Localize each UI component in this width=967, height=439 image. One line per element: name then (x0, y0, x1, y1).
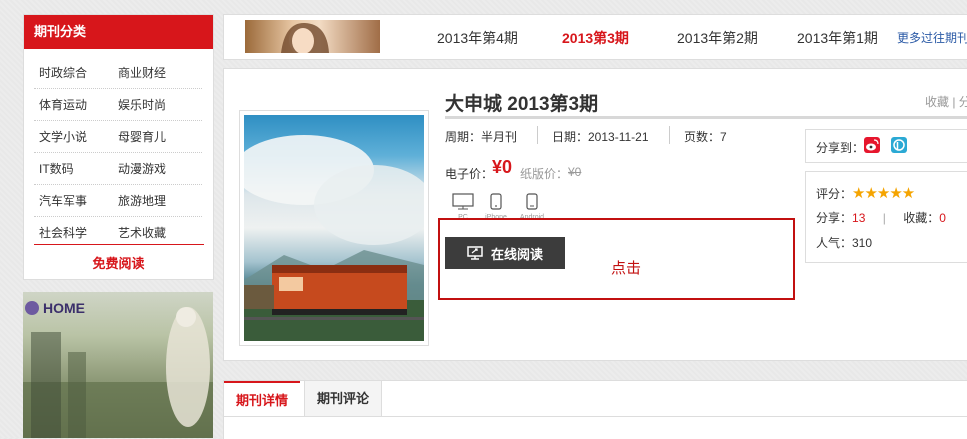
issue-thumbnail[interactable] (245, 20, 380, 53)
click-annotation: 点击 (611, 260, 642, 277)
share-label: 分享到： (816, 141, 865, 155)
issue-link-active[interactable]: 2013第3期 (562, 28, 629, 48)
paper-price-value: ¥0 (568, 165, 582, 179)
e-price-value: ¥0 (492, 157, 513, 177)
rating-line: 评分：★★★★★ (816, 184, 915, 202)
thumbnail-image (281, 22, 329, 53)
category-link[interactable]: 时政综合 (34, 64, 118, 81)
category-panel-title: 期刊分类 (24, 15, 213, 49)
divider (537, 126, 538, 144)
issue-bar: 2013年第4期 2013第3期 2013年第2期 2013年第1期 更多过往期… (223, 14, 967, 60)
share-count-label: 分享： (816, 211, 853, 225)
detail-tabs: 期刊详情 期刊评论 (223, 380, 967, 439)
fav-count-label: 收藏： (903, 211, 940, 225)
paper-price-label: 纸版价： (520, 167, 569, 181)
phone-icon (526, 193, 538, 210)
cover-image (244, 135, 424, 341)
fav-count: 0 (939, 211, 946, 225)
weibo-icon[interactable] (864, 137, 880, 153)
share-fav-line: 分享：13 | 收藏：0 (816, 209, 946, 226)
tab-comments[interactable]: 期刊评论 (304, 381, 383, 416)
category-row: 文学小说 母婴育儿 (34, 121, 202, 153)
category-link[interactable]: 旅游地理 (118, 192, 202, 209)
category-link[interactable]: 母婴育儿 (118, 128, 202, 145)
divider: | (882, 211, 886, 225)
category-link[interactable]: 汽车军事 (34, 192, 118, 209)
tabs-divider (224, 416, 967, 417)
share-count: 13 (852, 211, 866, 225)
e-price-label: 电子价： (445, 167, 494, 181)
monitor-icon (452, 193, 474, 210)
category-row: 汽车军事 旅游地理 (34, 185, 202, 217)
issue-link[interactable]: 2013年第4期 (437, 28, 518, 48)
category-link[interactable]: 动漫游戏 (118, 160, 202, 177)
category-link[interactable]: 商业财经 (118, 64, 202, 81)
category-link[interactable]: 社会科学 (34, 224, 118, 241)
fav-share-links[interactable]: 收藏 | 分 (925, 93, 967, 110)
stats-box: 评分：★★★★★ 分享：13 | 收藏：0 人气：310 (805, 171, 967, 263)
free-read-link[interactable]: 免费阅读 (24, 253, 213, 272)
divider (669, 126, 670, 144)
category-grid: 时政综合 商业财经 体育运动 娱乐时尚 文学小说 母婴育儿 IT数码 动漫游戏 … (34, 57, 202, 248)
rating-stars: ★★★★★ (852, 185, 915, 202)
phone-icon (490, 193, 502, 210)
divider (34, 244, 204, 245)
category-row: 体育运动 娱乐时尚 (34, 89, 202, 121)
more-issues-link[interactable]: 更多过往期刊 (897, 29, 967, 46)
category-row: IT数码 动漫游戏 (34, 153, 202, 185)
popularity-text: 人气：310 (816, 236, 873, 250)
category-row: 时政综合 商业财经 (34, 57, 202, 89)
magazine-cover[interactable] (244, 115, 424, 341)
title-divider (445, 116, 967, 119)
category-link[interactable]: IT数码 (34, 160, 118, 177)
category-panel: 期刊分类 时政综合 商业财经 体育运动 娱乐时尚 文学小说 母婴育儿 IT数码 … (23, 14, 214, 280)
banner-label: HOME (43, 300, 85, 316)
product-title: 大申城 2013第3期 (445, 94, 599, 115)
period-text: 周期：半月刊 (445, 130, 518, 144)
category-link[interactable]: 娱乐时尚 (118, 96, 202, 113)
p-icon[interactable] (891, 137, 907, 153)
product-panel: 大申城 2013第3期 收藏 | 分 周期：半月刊 日期：2013-11-21 … (223, 68, 967, 361)
category-link[interactable]: 文学小说 (34, 128, 118, 145)
category-link[interactable]: 体育运动 (34, 96, 118, 113)
rating-label: 评分： (816, 187, 853, 201)
issue-link[interactable]: 2013年第1期 (797, 28, 878, 48)
home-icon (25, 301, 39, 315)
category-link[interactable]: 艺术收藏 (118, 224, 202, 241)
pages-text: 页数：7 (684, 130, 727, 144)
date-text: 日期：2013-11-21 (552, 130, 649, 144)
share-box: 分享到： (805, 129, 967, 163)
tab-details[interactable]: 期刊详情 (224, 381, 301, 416)
sidebar-banner[interactable]: HOME (23, 292, 213, 438)
issue-link[interactable]: 2013年第2期 (677, 28, 758, 48)
cover-frame (239, 110, 429, 346)
